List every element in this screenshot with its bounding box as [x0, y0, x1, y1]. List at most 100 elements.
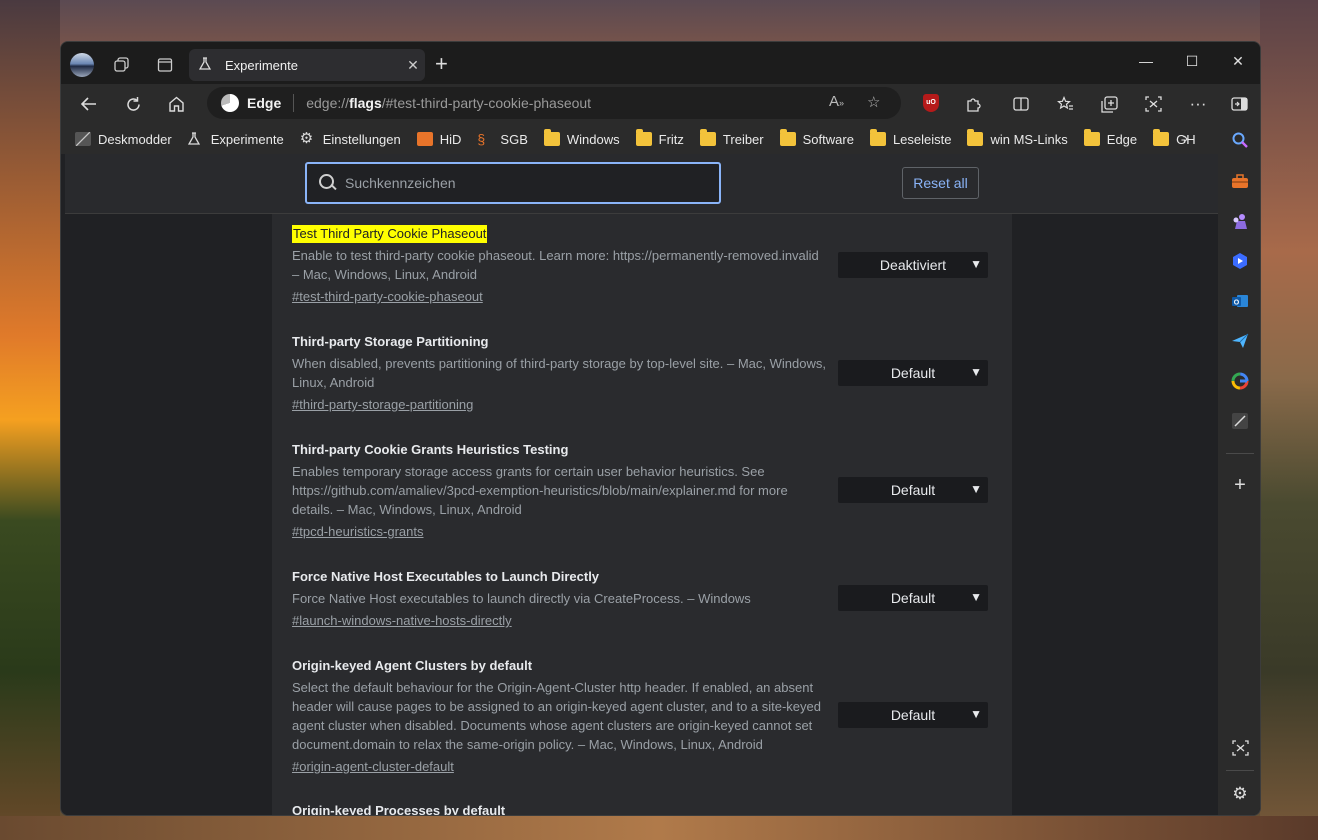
- flask-icon: [187, 132, 204, 146]
- flag-state-select[interactable]: Default ▼: [838, 360, 988, 386]
- favorite-hid[interactable]: HiD: [416, 132, 461, 147]
- google-icon[interactable]: [1230, 371, 1250, 391]
- read-aloud-icon[interactable]: A»: [829, 93, 844, 110]
- refresh-button[interactable]: [118, 91, 148, 117]
- tab-close-icon[interactable]: ✕: [401, 57, 425, 74]
- sgb-icon: §: [477, 131, 486, 147]
- maximize-button[interactable]: ☐: [1169, 46, 1215, 76]
- back-button[interactable]: [74, 91, 104, 117]
- flag-item: Third-party Storage Partitioning When di…: [292, 333, 992, 414]
- chevron-right-icon[interactable]: ›: [1183, 130, 1188, 148]
- flag-description: Select the default behaviour for the Ori…: [292, 680, 822, 752]
- flag-item: Test Third Party Cookie Phaseout Enable …: [292, 225, 992, 306]
- favorite-sgb[interactable]: § SGB: [477, 132, 527, 147]
- favorite-folder-treiber[interactable]: Treiber: [699, 129, 764, 147]
- split-screen-icon[interactable]: [1006, 91, 1036, 117]
- navigation-toolbar: Edge edge://flags/#test-third-party-cook…: [61, 84, 1260, 124]
- flag-description: When disabled, prevents partitioning of …: [292, 356, 826, 390]
- hid-icon: [416, 132, 433, 146]
- folder-icon: [869, 129, 886, 146]
- send-icon[interactable]: [1230, 331, 1250, 351]
- collections-icon[interactable]: [1094, 91, 1124, 117]
- tab-experimente[interactable]: Experimente ✕: [189, 49, 425, 81]
- favorite-folder-gh[interactable]: GH: [1153, 129, 1196, 147]
- flag-anchor-link[interactable]: #launch-windows-native-hosts-directly: [292, 612, 512, 630]
- favorites-icon[interactable]: [1050, 91, 1080, 117]
- address-site-label: Edge: [247, 95, 282, 111]
- favorite-deskmodder[interactable]: Deskmodder: [75, 132, 172, 147]
- svg-text:O: O: [1234, 300, 1240, 307]
- edge-sidebar: O + ⚙: [1218, 124, 1260, 815]
- more-options-icon[interactable]: ···: [1183, 91, 1213, 117]
- flag-description: Force Native Host executables to launch …: [292, 591, 751, 606]
- flag-anchor-link[interactable]: #origin-agent-cluster-default: [292, 758, 454, 776]
- gear-icon[interactable]: ⚙: [1230, 784, 1250, 804]
- tab-strip: Experimente ✕ + — ☐ ✕: [61, 42, 1260, 84]
- screenshot-icon[interactable]: [1230, 738, 1250, 758]
- screenshot-icon[interactable]: [1138, 91, 1168, 117]
- favorite-folder-edge[interactable]: Edge: [1083, 129, 1137, 147]
- address-bar[interactable]: Edge edge://flags/#test-third-party-cook…: [207, 87, 901, 119]
- deskmodder-icon: [75, 132, 91, 146]
- favorite-folder-win-ms-links[interactable]: win MS-Links: [967, 129, 1068, 147]
- flag-state-select[interactable]: Default ▼: [838, 702, 988, 728]
- folder-icon: [635, 129, 652, 146]
- toolbox-icon[interactable]: [1230, 171, 1250, 191]
- sidebar-divider: [1226, 453, 1254, 454]
- chevron-down-icon: ▼: [970, 482, 982, 496]
- minimize-button[interactable]: —: [1123, 46, 1169, 76]
- favorite-folder-windows[interactable]: Windows: [543, 129, 620, 147]
- home-button[interactable]: [161, 91, 191, 117]
- favorite-folder-fritz[interactable]: Fritz: [635, 129, 684, 147]
- reset-all-button[interactable]: Reset all: [902, 167, 979, 199]
- flag-item: Force Native Host Executables to Launch …: [292, 568, 992, 630]
- vertical-tabs-icon[interactable]: [154, 54, 176, 76]
- search-input[interactable]: [345, 175, 705, 191]
- deskmodder-icon[interactable]: [1230, 411, 1250, 431]
- new-tab-button[interactable]: +: [435, 53, 448, 75]
- games-icon[interactable]: [1230, 211, 1250, 231]
- add-icon[interactable]: +: [1230, 474, 1250, 496]
- favorite-experimente[interactable]: Experimente: [187, 132, 284, 147]
- copilot-icon[interactable]: [1230, 251, 1250, 271]
- ublock-extension-icon[interactable]: uO: [923, 94, 939, 112]
- gear-icon: ⚙: [299, 130, 314, 147]
- outlook-icon[interactable]: O: [1230, 291, 1250, 311]
- profile-avatar[interactable]: [70, 53, 94, 77]
- desktop-wallpaper-right: [1260, 0, 1318, 840]
- sidebar-divider: [1226, 770, 1254, 771]
- address-separator: [293, 94, 295, 112]
- favorite-einstellungen[interactable]: ⚙ Einstellungen: [299, 130, 401, 147]
- search-icon: [319, 174, 337, 192]
- search-box: [305, 162, 721, 204]
- flags-search-header: Reset all: [65, 154, 1218, 214]
- flask-icon: [198, 56, 217, 74]
- flag-anchor-link[interactable]: #tpcd-heuristics-grants: [292, 523, 424, 541]
- flag-title: Third-party Cookie Grants Heuristics Tes…: [292, 442, 569, 457]
- browser-window: Experimente ✕ + — ☐ ✕ Edge edge://flags/…: [60, 41, 1261, 816]
- close-window-button[interactable]: ✕: [1215, 46, 1260, 76]
- favorite-folder-software[interactable]: Software: [779, 129, 854, 147]
- flag-state-select[interactable]: Default ▼: [838, 585, 988, 611]
- flag-anchor-link[interactable]: #test-third-party-cookie-phaseout: [292, 288, 483, 306]
- favorite-star-icon[interactable]: ☆: [867, 93, 880, 111]
- workspaces-icon[interactable]: [111, 54, 133, 76]
- flag-title: Origin-keyed Processes by default: [292, 803, 506, 816]
- desktop-wallpaper-bottom: [0, 816, 1318, 840]
- sidebar-toggle-icon[interactable]: [1224, 91, 1254, 117]
- favorites-bar: Deskmodder Experimente ⚙ Einstellungen H…: [61, 124, 1260, 154]
- search-icon[interactable]: [1230, 130, 1250, 150]
- folder-icon: [1083, 129, 1100, 146]
- flag-state-select[interactable]: Deaktiviert ▼: [838, 252, 988, 278]
- flag-title: Force Native Host Executables to Launch …: [292, 569, 600, 584]
- folder-icon: [543, 129, 560, 146]
- chevron-down-icon: ▼: [970, 590, 982, 604]
- address-url[interactable]: edge://flags/#test-third-party-cookie-ph…: [306, 95, 591, 111]
- flag-anchor-link[interactable]: #third-party-storage-partitioning: [292, 396, 473, 414]
- extensions-icon[interactable]: [958, 91, 988, 117]
- chevron-down-icon: ▼: [970, 707, 982, 721]
- folder-icon: [699, 129, 716, 146]
- flag-state-select[interactable]: Default ▼: [838, 477, 988, 503]
- edge-logo-icon: [221, 94, 239, 112]
- favorite-folder-leseleiste[interactable]: Leseleiste: [869, 129, 951, 147]
